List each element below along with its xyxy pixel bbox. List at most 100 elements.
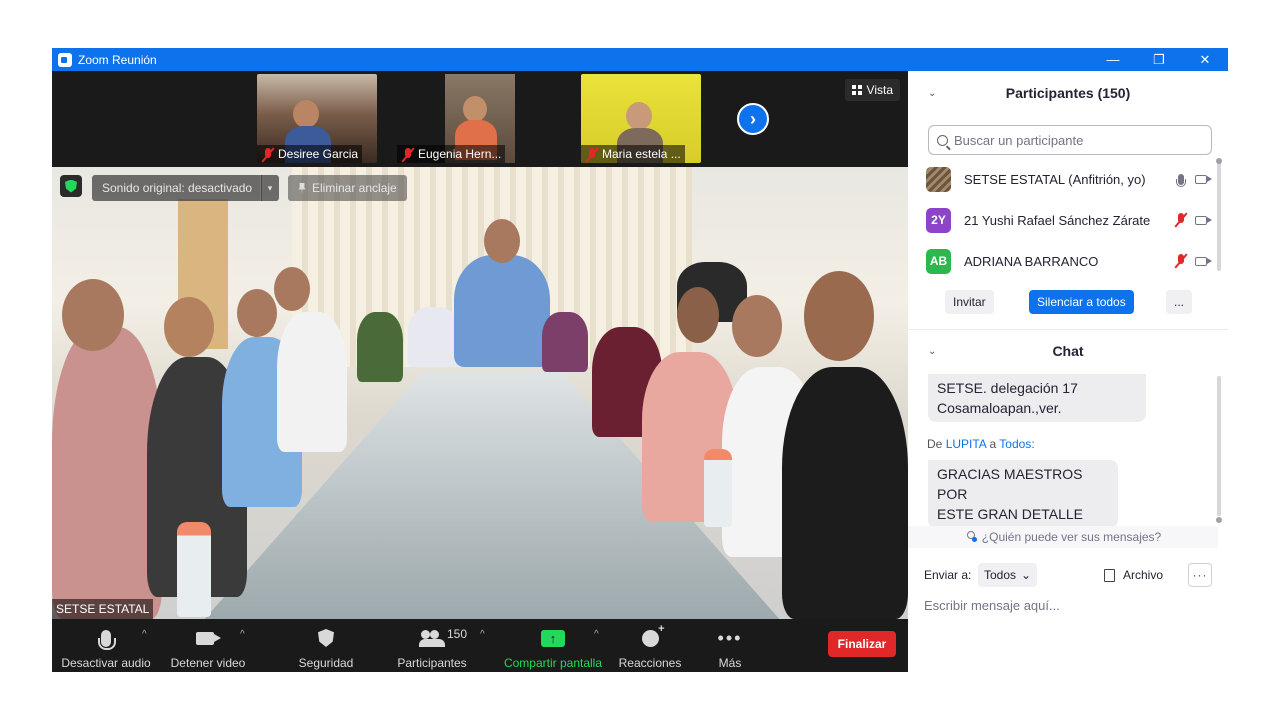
participant-name: 21 Yushi Rafael Sánchez Zárate <box>964 212 1151 228</box>
collapse-chat-icon[interactable]: ⌄ <box>928 346 936 357</box>
chat-message: SETSE. delegación 17 Cosamaloapan.,ver. <box>928 374 1146 422</box>
view-button[interactable]: Vista <box>844 79 900 101</box>
video-thumbnail[interactable]: Maria estela ... <box>581 74 701 163</box>
video-person <box>357 312 403 382</box>
chat-scrollbar[interactable] <box>1217 376 1221 516</box>
window-controls: — ❐ ✕ <box>1090 48 1228 71</box>
more-button[interactable]: ••• Más <box>712 619 748 672</box>
muted-mic-icon <box>585 147 598 161</box>
participants-scrollbar[interactable] <box>1217 161 1221 271</box>
muted-mic-icon <box>261 147 274 161</box>
video-bottle <box>177 522 211 617</box>
end-meeting-button[interactable]: Finalizar <box>828 631 896 657</box>
chat-header: ⌄ Chat <box>908 329 1228 373</box>
minimize-button[interactable]: — <box>1090 48 1136 71</box>
collapse-participants-icon[interactable]: ⌄ <box>928 88 936 99</box>
send-to-label: Enviar a: <box>924 568 972 582</box>
video-camera-icon <box>1195 212 1212 228</box>
invite-button[interactable]: Invitar <box>945 290 994 314</box>
scroll-up-icon[interactable] <box>1216 158 1222 164</box>
avatar: AB <box>926 248 951 274</box>
thumbnail-name: Maria estela ... <box>581 145 685 163</box>
video-camera-icon <box>1195 253 1212 269</box>
video-person <box>542 312 588 372</box>
muted-mic-icon <box>1173 253 1189 269</box>
reactions-button[interactable]: Reacciones <box>618 619 682 672</box>
security-button[interactable]: Seguridad <box>298 619 354 672</box>
mute-all-button[interactable]: Silenciar a todos <box>1029 290 1134 314</box>
meeting-toolbar: Desactivar audio ^ Detener video ^ Segur… <box>52 619 908 672</box>
security-shield-icon <box>318 629 334 647</box>
more-dots-icon: ••• <box>717 628 743 648</box>
shield-check-icon <box>65 179 77 193</box>
participants-title: Participantes (150) <box>1005 85 1131 101</box>
participants-count: 150 <box>447 627 468 641</box>
chat-message: GRACIAS MAESTROS POR ESTE GRAN DETALLE <box>928 460 1118 528</box>
microphone-icon <box>98 629 116 650</box>
audio-options-caret-icon[interactable]: ^ <box>142 629 147 640</box>
thumbnail-name: Desiree Garcia <box>257 145 363 163</box>
gallery-strip: Desiree Garcia Eugenia Hern... Maria est… <box>52 71 908 167</box>
scroll-down-icon[interactable] <box>1216 517 1222 523</box>
main-video[interactable]: Sonido original: desactivado ▾ Eliminar … <box>52 167 908 619</box>
title-bar: Zoom Reunión — ❐ ✕ <box>52 48 1228 71</box>
participants-more-button[interactable]: ... <box>1166 290 1193 314</box>
video-person-head <box>804 271 874 361</box>
encryption-shield-button[interactable] <box>60 175 82 197</box>
video-person-standing <box>454 255 550 367</box>
chat-message-input[interactable] <box>924 595 1214 615</box>
video-options-caret-icon[interactable]: ^ <box>240 629 245 640</box>
unpin-button[interactable]: Eliminar anclaje <box>288 175 407 201</box>
muted-mic-icon <box>401 147 414 161</box>
thumbnail-name: Eugenia Hern... <box>397 145 506 163</box>
participant-search[interactable] <box>928 125 1212 155</box>
meeting-stage: Desiree Garcia Eugenia Hern... Maria est… <box>52 71 908 672</box>
participant-row[interactable]: SETSE ESTATAL (Anfitrión, yo) <box>926 164 1212 194</box>
participant-row[interactable]: 2Y 21 Yushi Rafael Sánchez Zárate <box>926 205 1212 235</box>
participants-options-caret-icon[interactable]: ^ <box>480 629 485 640</box>
video-camera-icon <box>1195 171 1212 187</box>
avatar <box>926 166 951 192</box>
avatar: 2Y <box>926 207 951 233</box>
close-button[interactable]: ✕ <box>1182 48 1228 71</box>
stop-video-button[interactable]: Detener video <box>170 619 246 672</box>
video-person-head <box>677 287 719 343</box>
participants-icon <box>419 630 445 647</box>
pin-icon <box>298 182 306 194</box>
participants-header: ⌄ Participantes (150) <box>908 71 1228 115</box>
video-thumbnail[interactable]: Desiree Garcia <box>257 74 377 163</box>
send-to-select[interactable]: Todos ⌄ <box>978 563 1038 587</box>
zoom-window: Zoom Reunión — ❐ ✕ Desiree Garcia Eugeni… <box>52 48 1228 672</box>
original-sound-caret-icon[interactable]: ▾ <box>260 175 279 201</box>
zoom-logo-icon <box>58 52 72 67</box>
video-person-head <box>732 295 782 357</box>
participant-search-input[interactable] <box>954 132 1194 148</box>
mute-audio-button[interactable]: Desactivar audio <box>61 619 151 672</box>
video-person <box>408 307 460 367</box>
video-person-head <box>62 279 124 351</box>
chat-more-button[interactable]: ··· <box>1188 563 1212 587</box>
next-page-arrow-icon[interactable]: › <box>737 103 769 135</box>
user-visibility-icon <box>965 531 977 543</box>
chat-send-row: Enviar a: Todos ⌄ Archivo ··· <box>924 563 1214 587</box>
share-options-caret-icon[interactable]: ^ <box>594 629 599 640</box>
maximize-button[interactable]: ❐ <box>1136 48 1182 71</box>
video-person-head <box>237 289 277 337</box>
participant-name: ADRIANA BARRANCO <box>964 253 1099 269</box>
video-camera-icon <box>196 631 221 645</box>
original-sound-button[interactable]: Sonido original: desactivado <box>92 175 263 201</box>
video-thumbnail[interactable]: Eugenia Hern... <box>397 74 517 163</box>
participant-row[interactable]: AB ADRIANA BARRANCO <box>926 246 1212 276</box>
search-icon <box>937 134 948 146</box>
side-panel: ⌄ Participantes (150) SETSE ESTATAL (Anf… <box>908 71 1228 672</box>
muted-mic-icon <box>1173 212 1189 228</box>
video-person <box>277 312 347 452</box>
share-screen-button[interactable]: Compartir pantalla <box>502 619 604 672</box>
video-person <box>782 367 908 619</box>
who-can-see-messages[interactable]: ¿Quién puede ver sus mensajes? <box>908 526 1218 548</box>
video-bottle <box>704 449 732 527</box>
participant-name: SETSE ESTATAL (Anfitrión, yo) <box>964 171 1146 187</box>
file-button[interactable]: Archivo <box>1104 563 1163 587</box>
chat-message-sender: De LUPITA a Todos: <box>927 437 1035 451</box>
reactions-emoji-icon <box>641 623 665 647</box>
